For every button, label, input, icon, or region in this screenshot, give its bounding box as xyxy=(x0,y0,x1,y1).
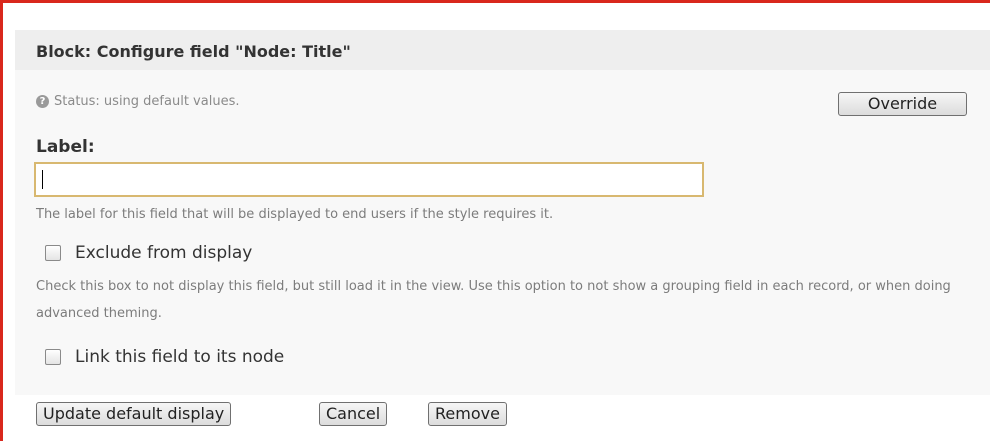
exclude-description: Check this box to not display this field… xyxy=(36,279,951,321)
link-node-checkbox[interactable] xyxy=(45,349,61,365)
status-row: ? Status: using default values. xyxy=(36,94,239,109)
label-description: The label for this field that will be di… xyxy=(36,207,554,222)
override-button[interactable]: Override xyxy=(838,92,967,116)
label-input[interactable] xyxy=(34,162,704,197)
help-icon: ? xyxy=(36,95,49,108)
exclude-checkbox[interactable] xyxy=(45,245,61,261)
exclude-checkbox-label[interactable]: Exclude from display xyxy=(75,243,252,263)
views-config-dialog: Block: Configure field "Node: Title" ? St… xyxy=(0,0,990,441)
cancel-button[interactable]: Cancel xyxy=(319,402,388,426)
label-heading: Label: xyxy=(36,137,95,157)
update-default-display-button[interactable]: Update default display xyxy=(36,402,232,426)
remove-button[interactable]: Remove xyxy=(428,402,507,426)
link-node-checkbox-label[interactable]: Link this field to its node xyxy=(75,347,284,367)
text-caret xyxy=(42,170,43,189)
dialog-title: Block: Configure field "Node: Title" xyxy=(36,42,351,61)
dialog-title-bar: Block: Configure field "Node: Title" xyxy=(15,30,990,70)
status-text: Status: using default values. xyxy=(54,94,240,109)
